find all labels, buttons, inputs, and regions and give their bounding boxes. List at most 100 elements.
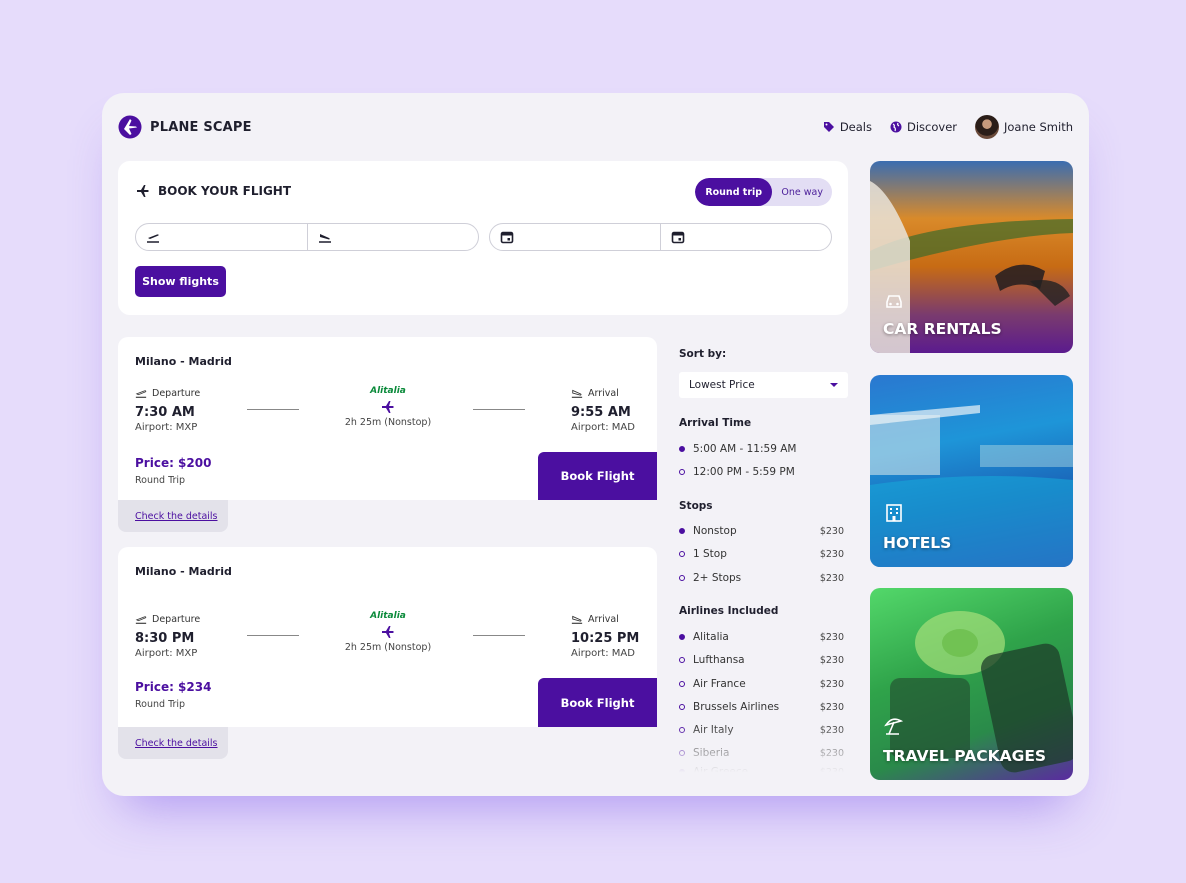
to-input[interactable] bbox=[337, 224, 478, 250]
filter-option-label: 1 Stop bbox=[693, 548, 727, 560]
filter-option-label: Air Italy bbox=[693, 724, 734, 736]
radio-icon bbox=[679, 681, 685, 687]
check-details-link[interactable]: Check the details bbox=[135, 738, 218, 749]
filter-option[interactable]: Air France $230 bbox=[679, 678, 848, 690]
route-line bbox=[473, 409, 525, 410]
flight-duration: 2h 25m (Nonstop) bbox=[344, 417, 432, 428]
departure-label: Departure bbox=[152, 613, 201, 625]
return-date-input[interactable] bbox=[691, 224, 831, 250]
sort-value: Lowest Price bbox=[689, 379, 755, 391]
user-name: Joane Smith bbox=[1004, 120, 1073, 134]
radio-icon bbox=[679, 469, 685, 475]
filter-option-price: $230 bbox=[819, 701, 844, 713]
departure-info: Departure 7:30 AM Airport: MXP bbox=[135, 387, 200, 434]
route-line bbox=[473, 635, 525, 636]
nav-deals-label: Deals bbox=[839, 120, 872, 134]
brand-logo[interactable]: PLANE SCAPE bbox=[118, 115, 252, 139]
filter-option[interactable]: Air Greece $230 bbox=[679, 766, 848, 778]
filter-option[interactable]: Air Italy $230 bbox=[679, 724, 848, 736]
from-field[interactable] bbox=[136, 224, 308, 250]
app-window: PLANE SCAPE Deals Discover Joane Smith B… bbox=[102, 93, 1089, 796]
promo-car-rentals[interactable]: CAR RENTALS bbox=[870, 161, 1073, 353]
radio-icon bbox=[679, 528, 685, 534]
arrival-time: 10:25 PM bbox=[571, 631, 640, 646]
sort-dropdown[interactable]: Lowest Price bbox=[679, 372, 848, 398]
filter-option[interactable]: Nonstop $230 bbox=[679, 525, 848, 537]
takeoff-icon bbox=[147, 234, 159, 243]
avatar bbox=[975, 115, 999, 139]
filter-option-label: 2+ Stops bbox=[693, 572, 742, 584]
booking-title: BOOK YOUR FLIGHT bbox=[136, 184, 291, 198]
book-flight-button[interactable]: Book Flight bbox=[538, 678, 657, 727]
departure-airport: Airport: MXP bbox=[135, 648, 198, 659]
show-flights-button[interactable]: Show flights bbox=[135, 266, 226, 297]
route-line bbox=[247, 409, 299, 410]
departure-airport: Airport: MXP bbox=[135, 422, 198, 433]
filter-option-price: $230 bbox=[819, 654, 844, 666]
trip-type-toggle: Round trip One way bbox=[695, 178, 832, 206]
filter-option-label: Lufthansa bbox=[693, 654, 745, 666]
check-details-link[interactable]: Check the details bbox=[135, 511, 218, 522]
flight-price: Price: $234 bbox=[135, 680, 212, 694]
arrival-label: Arrival bbox=[588, 387, 619, 399]
dates-input-group bbox=[489, 223, 832, 251]
promo-travel-packages[interactable]: TRAVEL PACKAGES bbox=[870, 588, 1073, 780]
filter-option[interactable]: 5:00 AM - 11:59 AM bbox=[679, 443, 848, 455]
radio-icon bbox=[679, 575, 685, 581]
depart-date-input[interactable] bbox=[520, 224, 660, 250]
airline-logo: Alitalia bbox=[370, 386, 406, 396]
calendar-icon bbox=[671, 231, 685, 244]
departure-label-row: Departure bbox=[135, 613, 200, 625]
filter-option[interactable]: Lufthansa $230 bbox=[679, 654, 848, 666]
depart-date-field[interactable] bbox=[490, 224, 661, 250]
beach-umbrella-icon bbox=[884, 718, 904, 735]
flight-card: Milano - Madrid Departure 7:30 AM Airpor… bbox=[118, 337, 657, 500]
nav-discover[interactable]: Discover bbox=[890, 120, 957, 134]
departure-label-row: Departure bbox=[135, 387, 200, 399]
filter-option[interactable]: Brussels Airlines $230 bbox=[679, 701, 848, 713]
nav-deals[interactable]: Deals bbox=[823, 120, 872, 134]
to-field[interactable] bbox=[308, 224, 478, 250]
arrival-airport: Airport: MAD bbox=[571, 422, 635, 433]
toggle-one-way[interactable]: One way bbox=[772, 178, 832, 206]
filter-option-price: $230 bbox=[819, 525, 844, 537]
radio-icon bbox=[679, 727, 685, 733]
filter-option[interactable]: 2+ Stops $230 bbox=[679, 572, 848, 584]
flight-duration: 2h 25m (Nonstop) bbox=[344, 642, 432, 653]
book-flight-button[interactable]: Book Flight bbox=[538, 452, 657, 500]
details-tab: Check the details bbox=[118, 727, 228, 759]
arrival-time-title: Arrival Time bbox=[679, 417, 752, 429]
plane-logo-icon bbox=[118, 115, 142, 139]
takeoff-icon bbox=[135, 616, 147, 624]
calendar-icon bbox=[500, 231, 514, 244]
tag-icon bbox=[823, 122, 834, 132]
route-line bbox=[247, 635, 299, 636]
hotel-icon bbox=[886, 504, 902, 522]
details-tab: Check the details bbox=[118, 500, 228, 532]
filter-option[interactable]: Alitalia $230 bbox=[679, 631, 848, 643]
airline-logo: Alitalia bbox=[370, 611, 406, 621]
flight-route: Milano - Madrid bbox=[135, 565, 232, 578]
filter-option-label: Nonstop bbox=[693, 525, 737, 537]
arrival-airport: Airport: MAD bbox=[571, 648, 635, 659]
return-date-field[interactable] bbox=[661, 224, 831, 250]
filter-option-label: 5:00 AM - 11:59 AM bbox=[693, 443, 797, 455]
filter-option[interactable]: Siberia $230 bbox=[679, 747, 848, 759]
from-input[interactable] bbox=[166, 224, 307, 250]
filter-option-price: $230 bbox=[819, 678, 844, 690]
filter-option-label: Alitalia bbox=[693, 631, 729, 643]
filter-option[interactable]: 12:00 PM - 5:59 PM bbox=[679, 466, 848, 478]
arrival-label: Arrival bbox=[588, 613, 619, 625]
plane-icon bbox=[137, 185, 149, 197]
filter-option-label: Siberia bbox=[693, 747, 730, 759]
landing-icon bbox=[571, 615, 583, 624]
flight-price: Price: $200 bbox=[135, 456, 212, 470]
user-menu[interactable]: Joane Smith bbox=[975, 115, 1073, 139]
globe-icon bbox=[890, 121, 902, 133]
promo-hotels[interactable]: HOTELS bbox=[870, 375, 1073, 567]
radio-icon bbox=[679, 446, 685, 452]
radio-icon bbox=[679, 634, 685, 640]
brand-name: PLANE SCAPE bbox=[150, 119, 252, 135]
filter-option[interactable]: 1 Stop $230 bbox=[679, 548, 848, 560]
toggle-round-trip[interactable]: Round trip bbox=[695, 178, 773, 206]
